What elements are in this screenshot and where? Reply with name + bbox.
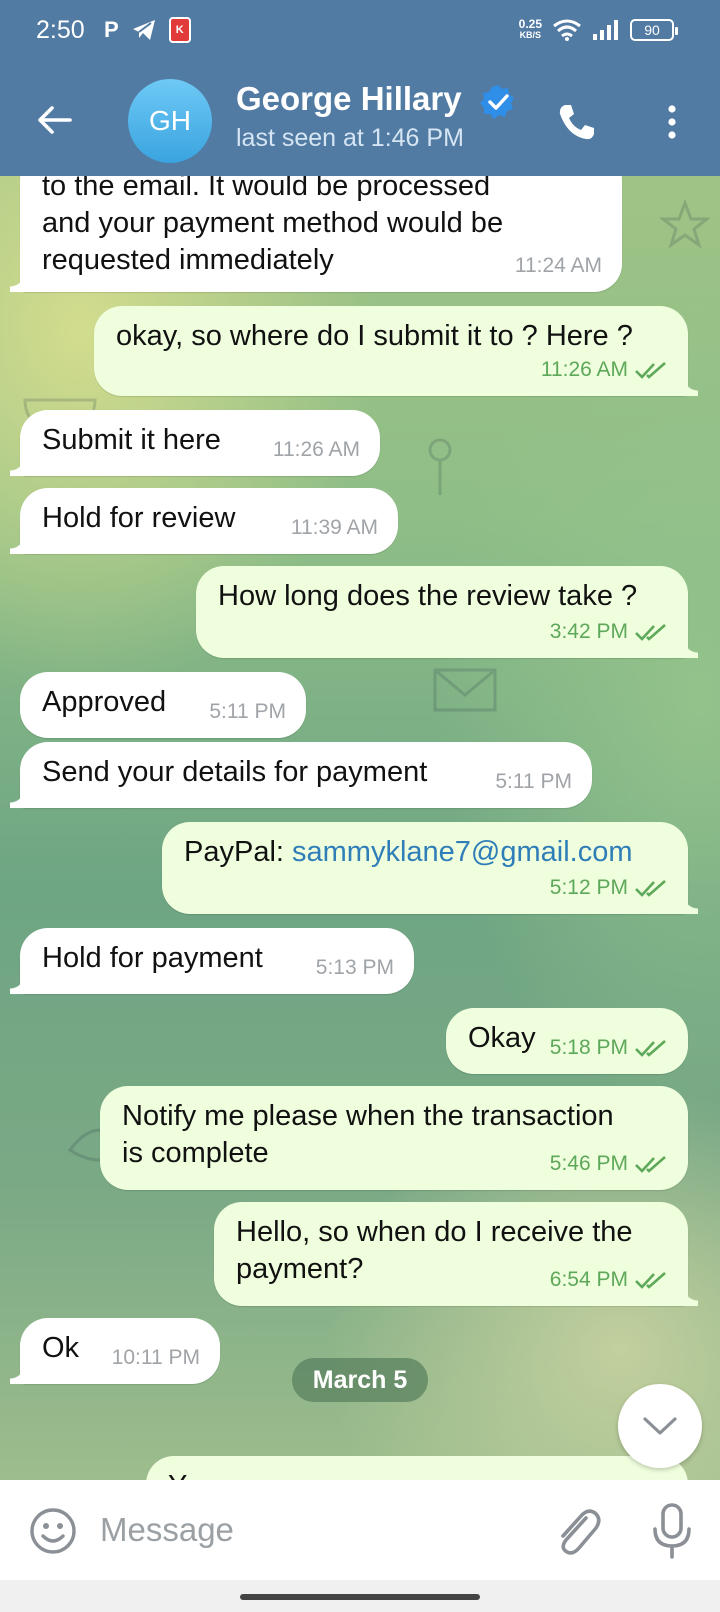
wifi-icon	[553, 19, 581, 41]
message-time-text: 3:42 PM	[549, 620, 628, 643]
notification-icons: P K	[104, 16, 191, 44]
call-button[interactable]	[550, 96, 602, 148]
message-text: Hold for payment	[42, 942, 263, 974]
emoji-icon[interactable]	[28, 1506, 78, 1556]
message-incoming[interactable]: Hold for payment 5:13 PM	[10, 928, 414, 994]
message-time: 11:26 AM	[273, 431, 360, 468]
message-time: 5:13 PM	[316, 949, 394, 986]
message-outgoing[interactable]: PayPal: sammyklane7@gmail.com 5:12 PM	[162, 822, 698, 914]
message-time-text: 5:12 PM	[549, 876, 628, 899]
parking-icon: P	[104, 17, 119, 42]
back-button[interactable]	[30, 96, 78, 144]
double-check-icon	[635, 623, 666, 641]
double-check-icon	[635, 1039, 666, 1057]
signal-icon	[593, 20, 618, 40]
back-arrow-icon	[38, 106, 72, 134]
message-text: okay, so where do I submit it to ? Here …	[116, 320, 633, 352]
net-speed: 0.25 KB/S	[518, 17, 542, 41]
message-composer	[0, 1480, 720, 1580]
status-time: 2:50	[36, 16, 85, 44]
message-text-line: Notify me please when the transaction	[122, 1100, 614, 1132]
message-text: Submit it here	[42, 424, 221, 456]
contact-name[interactable]: George Hillary	[236, 80, 462, 118]
microphone-icon[interactable]	[650, 1502, 694, 1560]
message-list[interactable]: to the email. It would be processed and …	[0, 0, 720, 1516]
verified-badge-icon	[480, 85, 514, 119]
message-time: 5:46 PM	[550, 1145, 668, 1182]
more-vertical-icon	[668, 105, 676, 139]
message-incoming[interactable]: Submit it here 11:26 AM	[10, 410, 380, 476]
app-header: 2:50 P K 0.25 KB/S 90 GH George Hillary …	[0, 0, 720, 176]
message-outgoing[interactable]: Okay 5:18 PM	[446, 1008, 688, 1074]
message-incoming[interactable]: Approved 5:11 PM	[20, 672, 306, 738]
message-time-text: 11:26 AM	[272, 438, 360, 461]
system-status-icons: 0.25 KB/S 90	[518, 17, 678, 42]
email-link[interactable]: sammyklane7@gmail.com	[292, 836, 632, 868]
message-time: 11:39 AM	[291, 509, 378, 546]
message-text-line: and your payment method would be	[42, 207, 504, 239]
message-outgoing[interactable]: Notify me please when the transaction is…	[100, 1086, 688, 1190]
date-divider: March 5	[292, 1358, 428, 1402]
message-time-text: 11:39 AM	[290, 516, 378, 539]
avatar[interactable]: GH	[128, 79, 212, 163]
message-text: PayPal: sammyklane7@gmail.com	[184, 836, 632, 868]
message-time: 3:42 PM	[550, 613, 668, 650]
phone-icon	[559, 105, 594, 140]
message-time: 5:12 PM	[550, 869, 668, 906]
message-time-text: 10:11 PM	[111, 1346, 200, 1369]
message-outgoing[interactable]: How long does the review take ? 3:42 PM	[196, 566, 698, 658]
message-text: Okay	[468, 1022, 536, 1054]
message-time: 10:11 PM	[112, 1339, 200, 1376]
message-time: 11:26 AM	[541, 351, 668, 388]
message-time: 11:24 AM	[515, 247, 602, 284]
net-speed-unit: KB/S	[519, 30, 542, 40]
message-time-text: 5:11 PM	[209, 700, 286, 723]
message-time: 5:18 PM	[550, 1029, 668, 1066]
message-text: Ok	[42, 1332, 80, 1364]
message-text: Approved	[42, 686, 167, 718]
battery-icon: 90	[630, 19, 678, 41]
message-time-text: 5:13 PM	[315, 956, 394, 979]
message-time: 5:11 PM	[209, 693, 286, 730]
message-incoming[interactable]: Hold for review 11:39 AM	[10, 488, 398, 554]
attach-paperclip-icon[interactable]	[552, 1504, 602, 1558]
double-check-icon	[635, 1155, 666, 1173]
last-seen-status: last seen at 1:46 PM	[236, 124, 464, 152]
message-outgoing[interactable]: okay, so where do I submit it to ? Here …	[94, 306, 698, 396]
message-time-text: 6:54 PM	[549, 1268, 628, 1291]
system-navigation-bar	[0, 1580, 720, 1612]
app-k-icon: K	[168, 17, 191, 43]
message-outgoing[interactable]: Hello, so when do I receive the payment?…	[214, 1202, 698, 1306]
message-text-prefix: PayPal:	[184, 836, 292, 868]
message-input[interactable]	[100, 1500, 520, 1560]
message-time-text: 11:24 AM	[514, 254, 602, 277]
message-text: Hold for review	[42, 502, 236, 534]
message-text: Send your details for payment	[42, 756, 428, 788]
message-text: How long does the review take ?	[218, 580, 638, 612]
message-time: 5:11 PM	[495, 763, 572, 800]
double-check-icon	[635, 1271, 666, 1289]
telegram-icon	[132, 20, 155, 40]
chevron-down-icon	[643, 1417, 677, 1435]
message-incoming[interactable]: Send your details for payment 5:11 PM	[10, 742, 592, 808]
net-speed-value: 0.25	[518, 17, 542, 31]
message-time-text: 11:26 AM	[540, 358, 628, 381]
double-check-icon	[635, 879, 666, 897]
home-indicator[interactable]	[240, 1594, 480, 1600]
scroll-to-bottom-button[interactable]	[618, 1384, 702, 1468]
message-time-text: 5:46 PM	[549, 1152, 628, 1175]
message-time-text: 5:11 PM	[495, 770, 572, 793]
more-options-button[interactable]	[652, 96, 692, 148]
telegram-chat-screen: to the email. It would be processed and …	[0, 0, 720, 1612]
message-text-line: Hello, so when do I receive the	[236, 1216, 633, 1248]
message-time: 6:54 PM	[550, 1261, 668, 1298]
message-incoming[interactable]: Ok 10:11 PM	[10, 1318, 220, 1384]
message-time-text: 5:18 PM	[549, 1036, 628, 1059]
double-check-icon	[635, 361, 666, 379]
